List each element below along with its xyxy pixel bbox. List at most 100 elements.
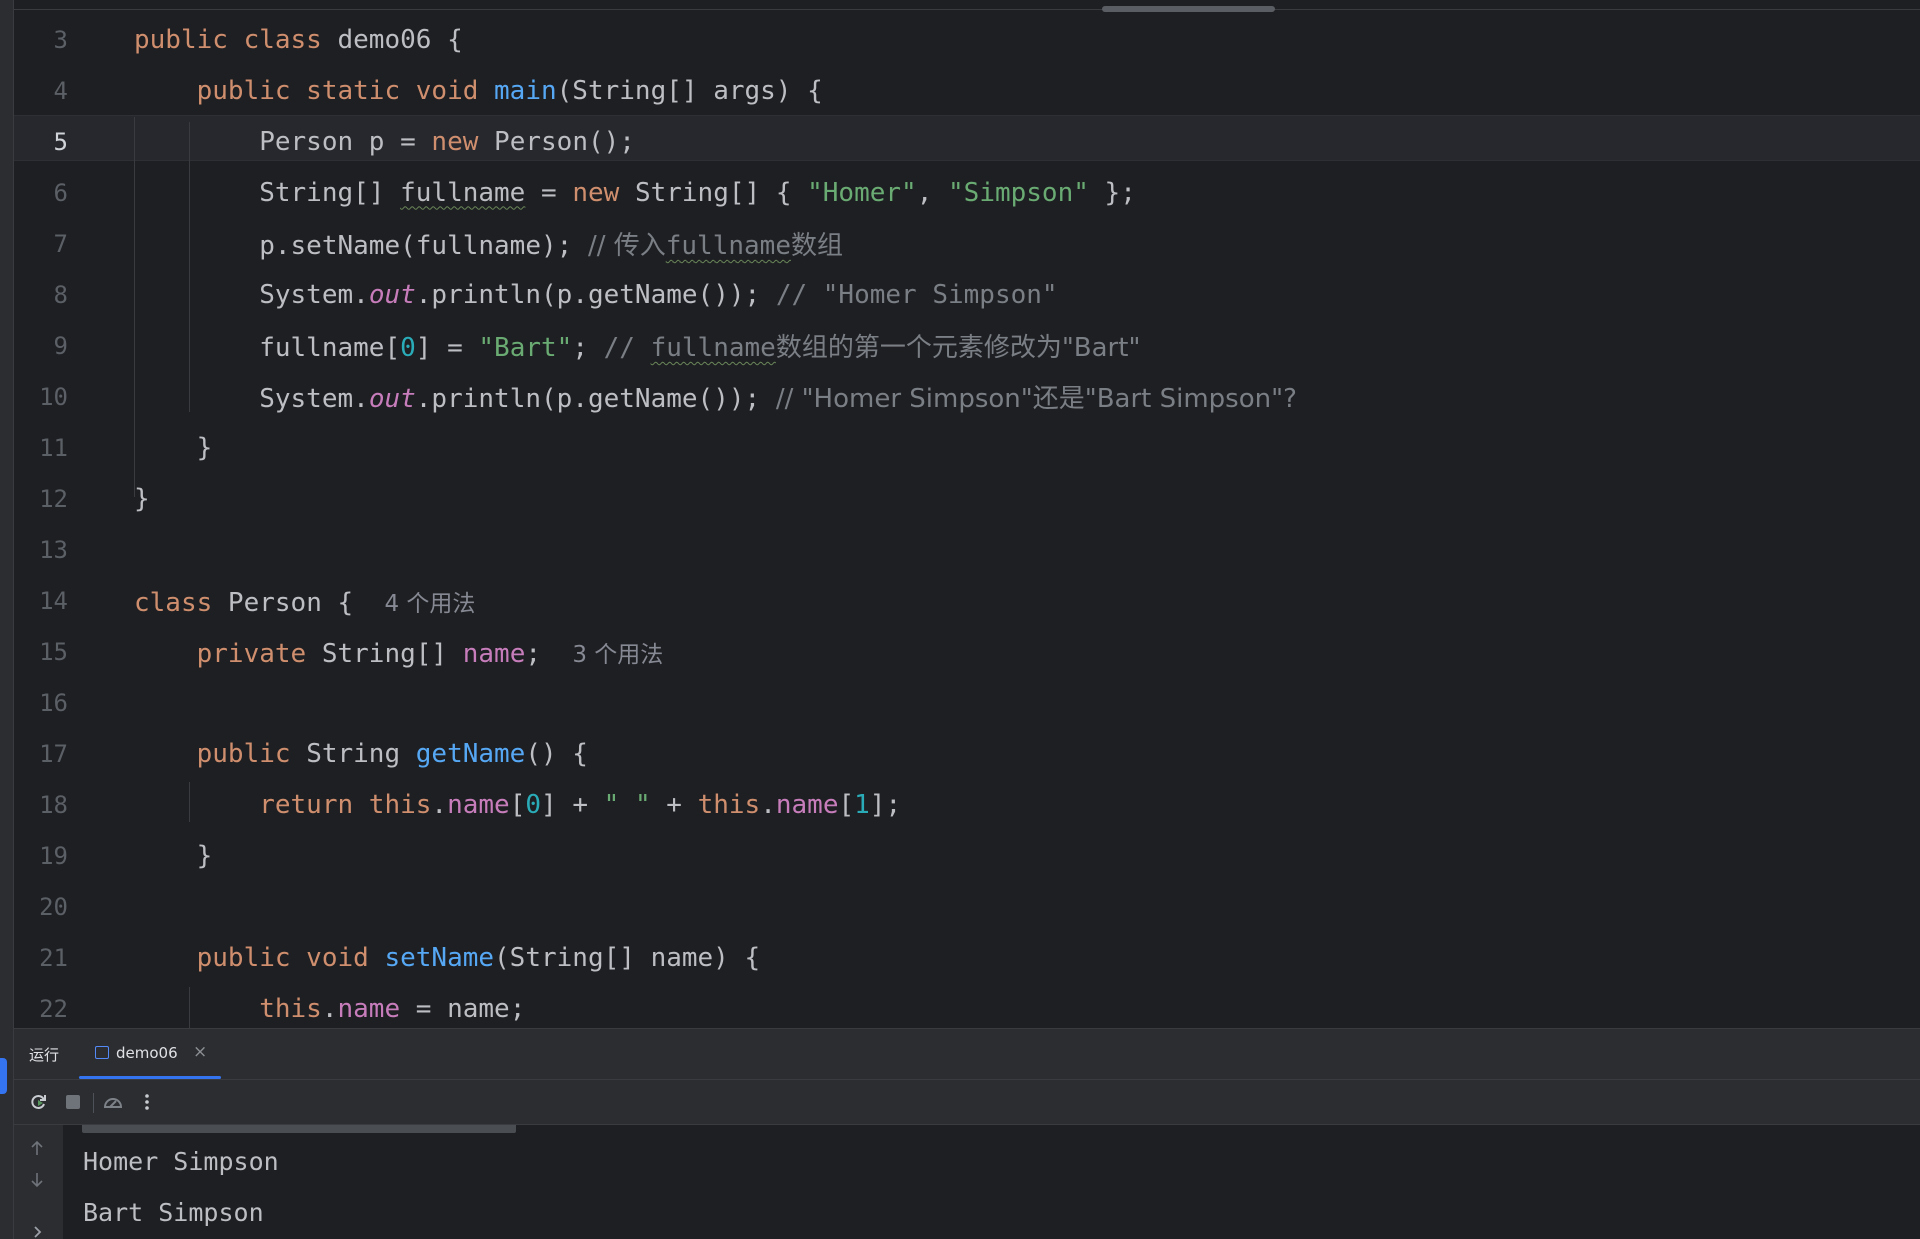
run-panel-title: 运行 [29, 1046, 60, 1064]
code-text: this.name = name; [134, 994, 525, 1024]
code-editor[interactable]: 3 public class demo06 { 4 public static vo… [0, 0, 1920, 1028]
code-line[interactable]: 17 public String getName() { [0, 728, 1920, 779]
run-tool-window-header: 运行 demo06 × [13, 1029, 1920, 1080]
code-line[interactable]: 20 [0, 881, 1920, 932]
close-tab-icon[interactable]: × [193, 1042, 207, 1062]
code-token: }; [1088, 177, 1136, 208]
code-token: " " [603, 789, 651, 820]
code-line[interactable]: 12} [0, 473, 1920, 524]
code-line[interactable]: 18 return this.name[0] + " " + this.name… [0, 779, 1920, 830]
code-line[interactable]: 13 [0, 524, 1920, 575]
line-number: 3 [53, 25, 68, 54]
restore-layout-icon[interactable] [101, 1090, 125, 1114]
code-token: fullname [665, 231, 791, 261]
output-line: Bart Simpson [83, 1198, 264, 1227]
tab-demo06[interactable]: demo06 × [79, 1029, 221, 1079]
code-token: this [697, 789, 761, 820]
code-text: } [134, 432, 213, 463]
code-token: public [134, 738, 307, 769]
code-text: class Person { 4 个用法 [134, 584, 475, 618]
line-number: 11 [39, 433, 68, 462]
code-token: System. [134, 384, 369, 414]
code-token: p.setName(fullname); [134, 231, 588, 261]
console-gutter [13, 1125, 63, 1239]
line-number: 18 [39, 790, 68, 819]
code-token: setName [384, 942, 495, 973]
horizontal-scrollbar[interactable] [1102, 6, 1275, 12]
code-token: class [134, 587, 228, 618]
code-line[interactable]: 15 private String[] name; 3 个用法 [0, 626, 1920, 677]
chevron-right-icon[interactable] [33, 1225, 43, 1239]
code-text: p.setName(fullname); // 传入fullname数组 [134, 225, 843, 262]
code-text: public static void main(String[] args) { [134, 76, 823, 106]
code-text: public class demo06 { [134, 25, 463, 55]
code-token: getName [415, 738, 526, 769]
line-number: 19 [39, 841, 68, 870]
line-number: 20 [39, 892, 68, 921]
line-number: 17 [39, 739, 68, 768]
code-line[interactable]: 9 fullname[0] = "Bart"; // fullname数组的第一… [0, 320, 1920, 371]
more-options-icon[interactable] [135, 1090, 159, 1114]
code-token: = name; [400, 993, 526, 1024]
code-token: Person p = [134, 126, 432, 157]
code-token: ; [525, 638, 573, 669]
code-line[interactable]: 10 System.out.println(p.getName()); // "… [0, 371, 1920, 422]
code-text: System.out.println(p.getName()); // "Hom… [134, 279, 1057, 310]
code-text: System.out.println(p.getName()); // "Hom… [134, 378, 1297, 415]
code-line[interactable]: 16 [0, 677, 1920, 728]
code-line[interactable]: 11 } [0, 422, 1920, 473]
code-text: return this.name[0] + " " + this.name[1]… [134, 790, 901, 820]
code-token: out [368, 279, 416, 310]
code-token: = [525, 177, 573, 208]
code-token: fullname [400, 177, 526, 208]
code-token: // "Homer Simpson"还是"Bart Simpson"? [775, 384, 1297, 414]
usage-hint: 3 个用法 [572, 641, 664, 668]
code-text: fullname[0] = "Bart"; // fullname数组的第一个元… [134, 327, 1140, 364]
stop-icon[interactable] [61, 1090, 85, 1114]
code-token: () { [525, 738, 588, 769]
line-number: 5 [53, 127, 68, 156]
code-token: public void [134, 942, 385, 973]
code-token: } [134, 432, 213, 463]
arrow-up-icon[interactable] [30, 1139, 44, 1157]
code-token: return this [134, 789, 432, 820]
code-line[interactable]: 8 System.out.println(p.getName()); // "H… [0, 269, 1920, 320]
arrow-down-icon[interactable] [30, 1171, 44, 1189]
code-text: Person p = new Person(); [134, 127, 635, 157]
code-token: "Bart" [478, 333, 573, 363]
code-line[interactable]: 21 public void setName(String[] name) { [0, 932, 1920, 983]
code-token: main [494, 75, 557, 106]
usage-hint: 4 个用法 [384, 590, 476, 617]
code-line[interactable]: 22 this.name = name; [0, 983, 1920, 1028]
code-token: ] = [415, 333, 479, 363]
code-line[interactable]: 19 } [0, 830, 1920, 881]
code-token: this [134, 993, 322, 1024]
code-token: ; [572, 333, 604, 363]
code-token: String [306, 738, 416, 769]
code-token: ]; [869, 789, 902, 820]
run-toolbar [13, 1080, 1920, 1125]
left-tool-strip [0, 0, 14, 1239]
rerun-icon[interactable] [27, 1090, 51, 1114]
code-token: name [337, 993, 401, 1024]
toolbar-separator [93, 1093, 94, 1113]
console-output[interactable]: Homer Simpson Bart Simpson [13, 1125, 1920, 1239]
code-text: public void setName(String[] name) { [134, 942, 761, 973]
line-number: 21 [39, 943, 68, 972]
code-text: public String getName() { [134, 739, 588, 769]
code-text: private String[] name; 3 个用法 [134, 635, 664, 669]
code-line[interactable]: 14 class Person { 4 个用法 [0, 575, 1920, 626]
code-token: .println(p.getName()); [415, 279, 776, 310]
code-token: .println(p.getName()); [415, 384, 776, 414]
code-line[interactable]: 7 p.setName(fullname); // 传入fullname数组 [0, 218, 1920, 269]
code-line[interactable]: 5 Person p = new Person(); [0, 116, 1920, 167]
code-line[interactable]: 3 public class demo06 { [0, 14, 1920, 65]
code-token: "Homer" [807, 177, 917, 208]
line-number: 10 [39, 382, 68, 411]
code-line[interactable]: 6 String[] fullname = new String[] { "Ho… [0, 167, 1920, 218]
code-token: , [916, 177, 949, 208]
code-token: String[] [134, 177, 401, 208]
console-scrollbar[interactable] [82, 1125, 516, 1133]
code-line[interactable]: 4 public static void main(String[] args)… [0, 65, 1920, 116]
code-token: [ [509, 789, 526, 820]
